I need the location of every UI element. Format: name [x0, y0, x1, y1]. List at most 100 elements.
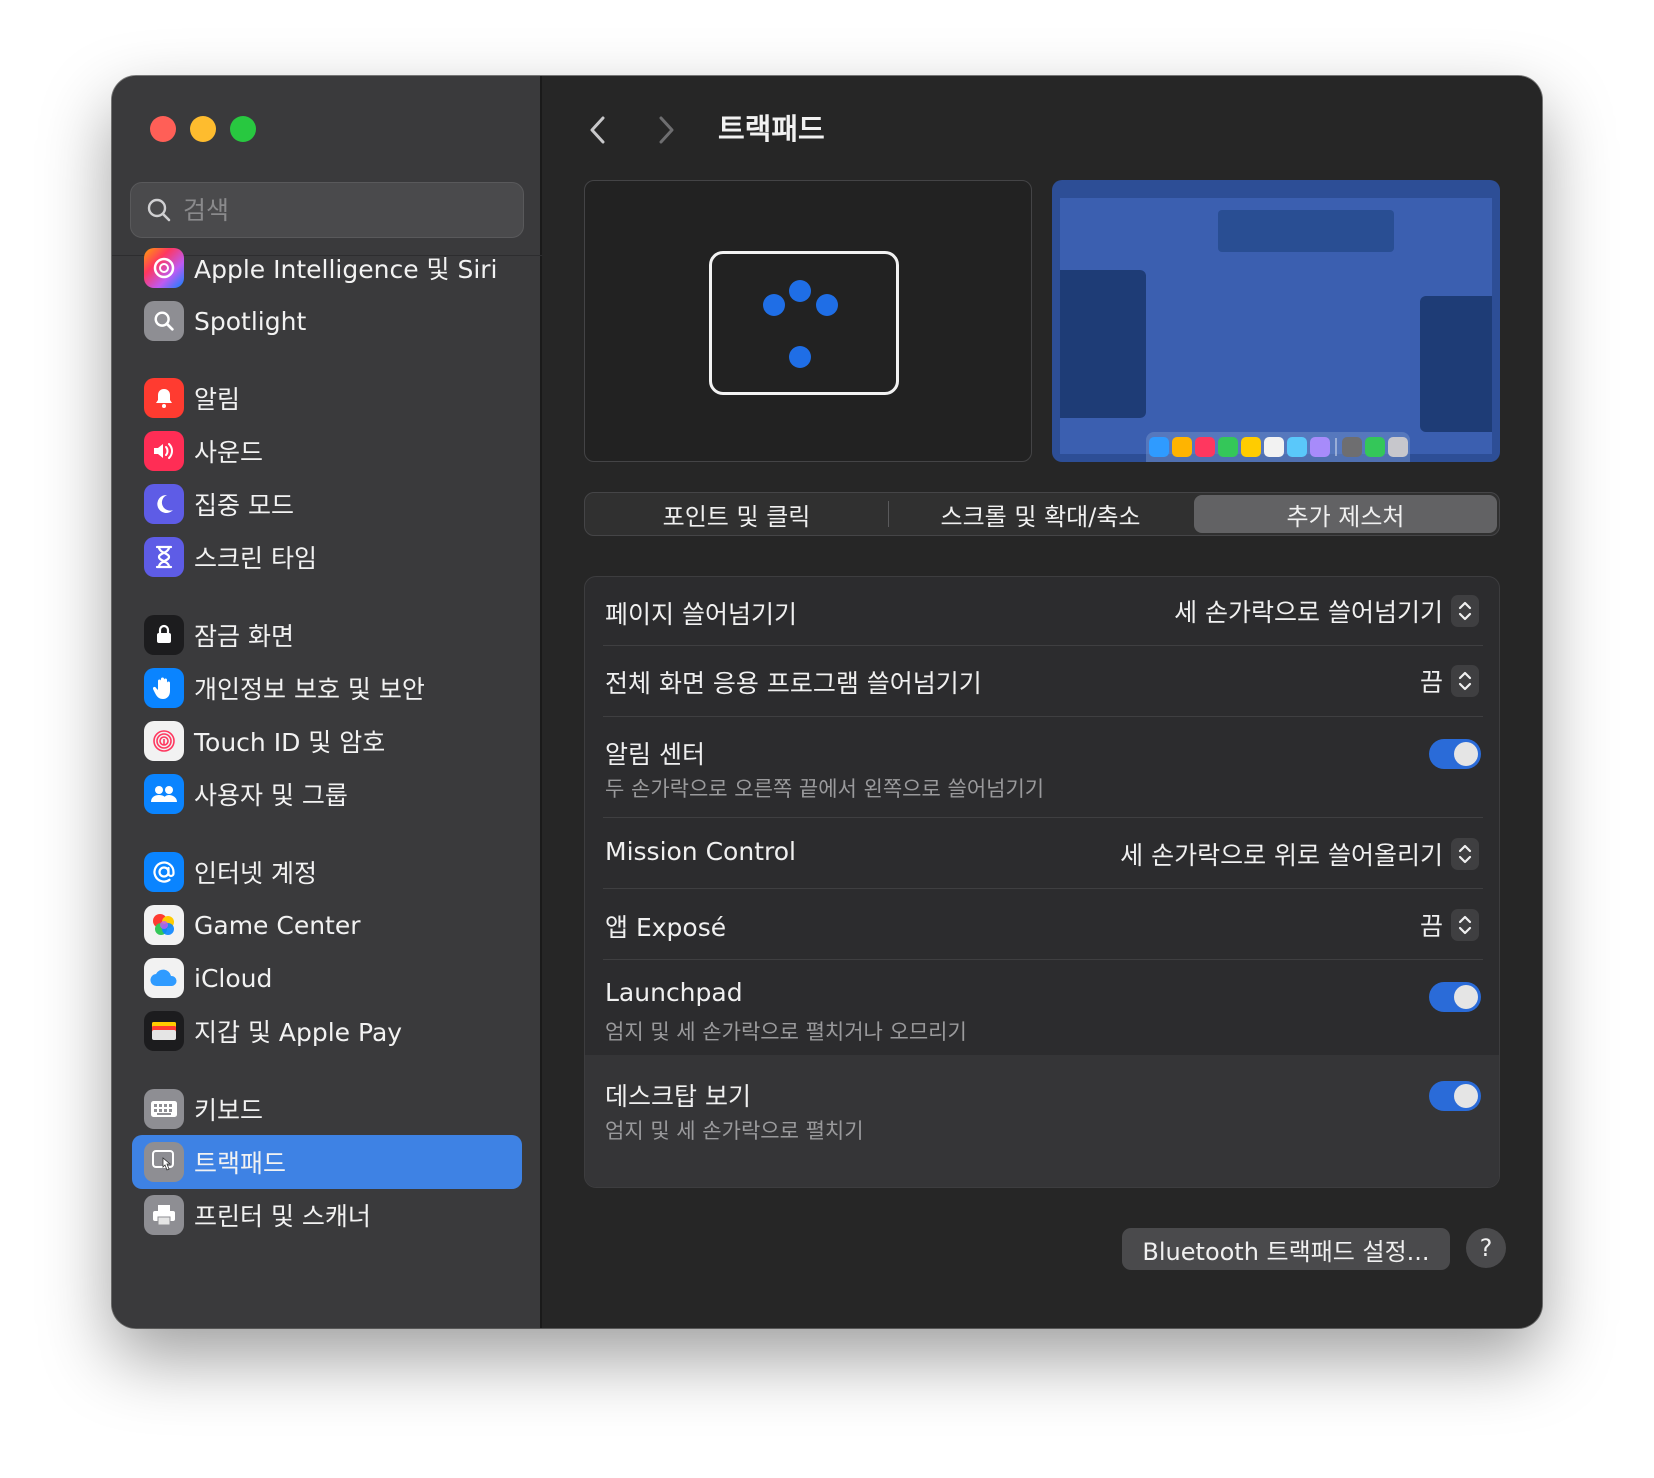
dock-illustration [1146, 432, 1410, 462]
setting-subtitle: 엄지 및 세 손가락으로 펼치거나 오므리기 [605, 1020, 967, 1044]
window-illustration [1420, 296, 1492, 432]
setting-row-swipe-fullscreen-apps: 전체 화면 응용 프로그램 쓸어넘기기 끔 [585, 646, 1499, 716]
sidebar-item-internet-accounts[interactable]: 인터넷 계정 [132, 845, 522, 899]
search-field[interactable] [130, 182, 524, 238]
bluetooth-trackpad-setup-button[interactable]: Bluetooth 트랙패드 설정... [1122, 1228, 1450, 1270]
sidebar-item-sound[interactable]: 사운드 [132, 424, 522, 478]
sidebar-item-lock-screen[interactable]: 잠금 화면 [132, 608, 522, 662]
users-groups-icon [144, 774, 184, 814]
sidebar-item-label: 인터넷 계정 [194, 859, 317, 888]
app-expose-popup[interactable]: 끔 [1420, 907, 1479, 943]
setting-row-swipe-pages: 페이지 쓸어넘기기 세 손가락으로 쓸어넘기기 [585, 577, 1499, 645]
close-window-button[interactable] [150, 116, 176, 142]
sidebar-item-users-groups[interactable]: 사용자 및 그룹 [132, 767, 522, 821]
search-icon [135, 182, 183, 238]
setting-title: Launchpad [605, 978, 743, 1007]
setting-title: 알림 센터 [605, 740, 705, 769]
setting-row-app-expose: 앱 Exposé 끔 [585, 889, 1499, 959]
popup-value: 끔 [1419, 668, 1443, 697]
setting-title: 앱 Exposé [605, 913, 727, 942]
sidebar-item-screen-time[interactable]: 스크린 타임 [132, 530, 522, 584]
lock-screen-icon [144, 615, 184, 655]
notification-center-toggle[interactable] [1429, 739, 1481, 769]
sidebar-item-game-center[interactable]: Game Center [132, 898, 522, 952]
privacy-hand-icon [144, 668, 184, 708]
tab-scroll-and-zoom[interactable]: 스크롤 및 확대/축소 [889, 493, 1192, 535]
sound-icon [144, 431, 184, 471]
swipe-fullscreen-apps-popup[interactable]: 끔 [1420, 663, 1479, 699]
setting-row-mission-control: Mission Control 세 손가락으로 위로 쓸어올리기 [585, 818, 1499, 888]
sidebar-item-label: 지갑 및 Apple Pay [194, 1018, 403, 1047]
keyboard-icon [144, 1089, 184, 1129]
trackpad-illustration [709, 251, 899, 395]
system-settings-window: Apple Intelligence 및 Siri Spotlight 알림 사… [112, 76, 1542, 1328]
sidebar-item-touch-id[interactable]: Touch ID 및 암호 [132, 714, 522, 768]
internet-accounts-icon [144, 852, 184, 892]
finger-dot [763, 294, 785, 316]
sidebar-item-label: 프린터 및 스캐너 [194, 1202, 371, 1231]
updown-chevron-icon [1451, 838, 1479, 870]
updown-chevron-icon [1451, 909, 1479, 941]
sidebar-item-label: iCloud [194, 963, 273, 993]
mission-control-popup[interactable]: 세 손가락으로 위로 쓸어올리기 [1120, 836, 1479, 872]
forward-button[interactable] [646, 110, 686, 150]
sidebar-item-label: Spotlight [194, 306, 307, 336]
main-pane: 트랙패드 포인트 및 클릭 스크롤 및 확대/축소 추가 제스처 페이지 쓸어넘… [544, 76, 1542, 1328]
sidebar-item-printers[interactable]: 프린터 및 스캐너 [132, 1188, 522, 1242]
back-button[interactable] [578, 110, 618, 150]
tab-more-gestures[interactable]: 추가 제스처 [1194, 495, 1497, 533]
setting-row-show-desktop: 데스크탑 보기 엄지 및 세 손가락으로 펼치기 [585, 1055, 1499, 1187]
sidebar-item-trackpad[interactable]: 트랙패드 [132, 1135, 522, 1189]
sidebar-item-spotlight[interactable]: Spotlight [132, 294, 522, 348]
chevron-left-icon [590, 116, 605, 144]
sidebar-item-icloud[interactable]: iCloud [132, 951, 522, 1005]
sidebar-item-label: 알림 [194, 385, 241, 414]
sidebar-item-label: 트랙패드 [194, 1149, 287, 1178]
gesture-tabs: 포인트 및 클릭 스크롤 및 확대/축소 추가 제스처 [584, 492, 1500, 536]
updown-chevron-icon [1451, 665, 1479, 697]
setting-row-launchpad: Launchpad 엄지 및 세 손가락으로 펼치거나 오므리기 [585, 960, 1499, 1055]
setting-title: 데스크탑 보기 [605, 1082, 751, 1111]
printer-icon [144, 1195, 184, 1235]
launchpad-toggle[interactable] [1429, 982, 1481, 1012]
toggle-knob [1454, 742, 1478, 766]
sidebar-item-label: 사용자 및 그룹 [194, 781, 348, 810]
focus-icon [144, 484, 184, 524]
icloud-icon [144, 958, 184, 998]
sidebar-item-label: 개인정보 보호 및 보안 [194, 675, 425, 704]
window-illustration [1218, 210, 1394, 252]
sidebar-item-label: 잠금 화면 [194, 622, 294, 651]
sidebar-item-focus[interactable]: 집중 모드 [132, 477, 522, 531]
gesture-trackpad-preview [584, 180, 1032, 462]
sidebar-item-label: 사운드 [194, 438, 264, 467]
sidebar-item-label: Apple Intelligence 및 Siri [194, 255, 498, 284]
sidebar-item-keyboard[interactable]: 키보드 [132, 1082, 522, 1136]
tab-point-and-click[interactable]: 포인트 및 클릭 [585, 493, 888, 535]
search-input[interactable] [183, 183, 523, 237]
show-desktop-toggle[interactable] [1429, 1081, 1481, 1111]
sidebar-item-privacy[interactable]: 개인정보 보호 및 보안 [132, 661, 522, 715]
apple-intelligence-siri-icon [144, 248, 184, 288]
sidebar: Apple Intelligence 및 Siri Spotlight 알림 사… [112, 76, 542, 1328]
spotlight-icon [144, 301, 184, 341]
touch-id-icon [144, 721, 184, 761]
sidebar-item-wallet[interactable]: 지갑 및 Apple Pay [132, 1004, 522, 1058]
setting-title: Mission Control [605, 837, 796, 866]
desktop-illustration [1060, 198, 1492, 454]
zoom-window-button[interactable] [230, 116, 256, 142]
chevron-right-icon [659, 116, 674, 144]
help-button[interactable]: ? [1466, 1228, 1506, 1268]
setting-title: 전체 화면 응용 프로그램 쓸어넘기기 [605, 669, 982, 698]
toggle-knob [1454, 1084, 1478, 1108]
swipe-pages-popup[interactable]: 세 손가락으로 쓸어넘기기 [1174, 593, 1479, 629]
sidebar-item-apple-intelligence[interactable]: Apple Intelligence 및 Siri [132, 241, 522, 295]
game-center-icon [144, 905, 184, 945]
sidebar-item-label: 스크린 타임 [194, 544, 317, 573]
sidebar-item-notifications[interactable]: 알림 [132, 371, 522, 425]
wallet-icon [144, 1011, 184, 1051]
finger-dot [816, 294, 838, 316]
toggle-knob [1454, 985, 1478, 1009]
minimize-window-button[interactable] [190, 116, 216, 142]
notifications-icon [144, 378, 184, 418]
sidebar-item-label: Game Center [194, 910, 361, 940]
